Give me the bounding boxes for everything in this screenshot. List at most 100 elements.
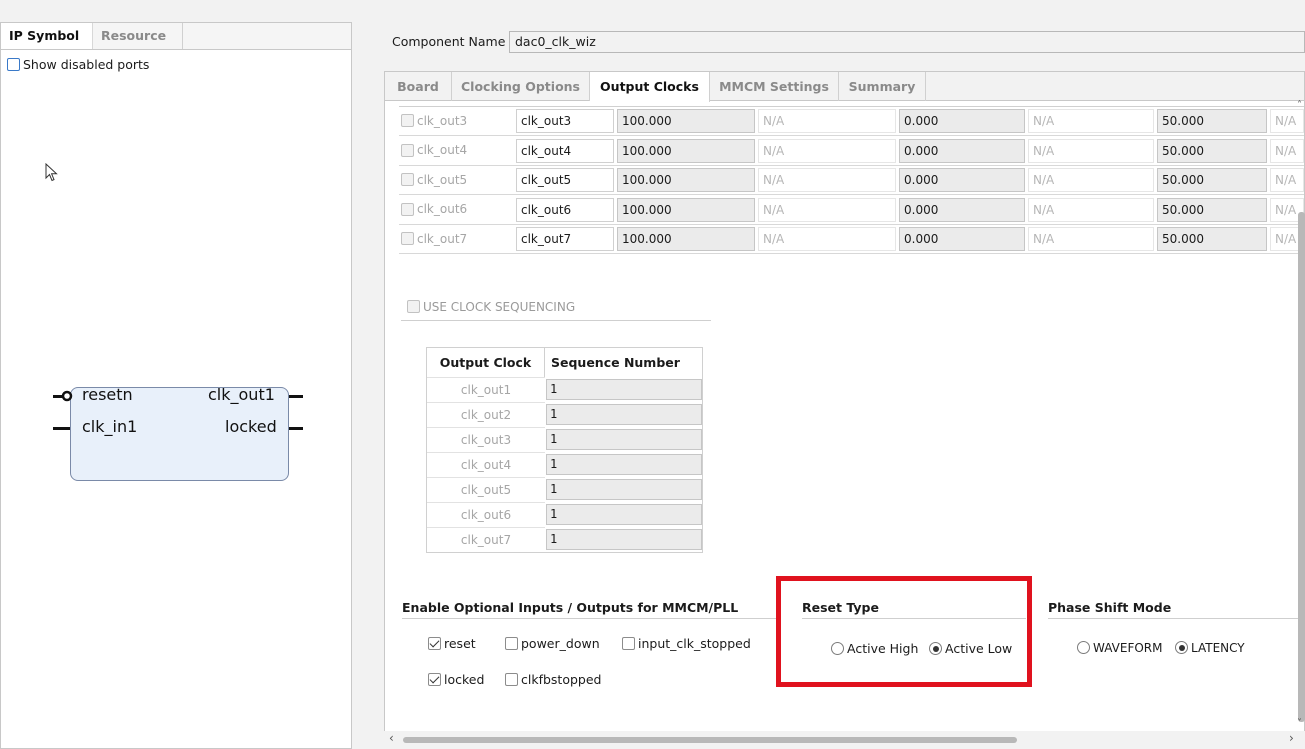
checkbox-icon[interactable] bbox=[407, 300, 420, 313]
show-disabled-ports-label: Show disabled ports bbox=[23, 57, 150, 72]
active-low-bubble-icon bbox=[61, 390, 73, 402]
cell-actual-duty: N/A bbox=[1270, 138, 1304, 163]
sequence-number-field[interactable]: 1 bbox=[546, 429, 702, 450]
cell-freq[interactable]: 100.000 bbox=[617, 227, 755, 251]
radio-selected-icon[interactable] bbox=[1175, 641, 1188, 654]
use-clock-sequencing-checkbox[interactable]: USE CLOCK SEQUENCING bbox=[407, 298, 575, 314]
tab-resource[interactable]: Resource bbox=[93, 23, 183, 49]
sequence-number-field[interactable]: 1 bbox=[546, 454, 702, 475]
cell-port-name[interactable]: clk_out3 bbox=[516, 109, 614, 133]
port-clk-in1: clk_in1 bbox=[82, 417, 138, 436]
reset-option[interactable]: reset bbox=[428, 635, 476, 651]
clk-in1-port-line bbox=[53, 427, 70, 430]
checkbox-icon[interactable] bbox=[401, 114, 414, 127]
cell-phase[interactable]: 0.000 bbox=[899, 197, 1025, 222]
cell-duty[interactable]: 50.000 bbox=[1157, 138, 1267, 163]
tab-summary[interactable]: Summary bbox=[839, 72, 926, 101]
clock-enable-label: clk_out3 bbox=[417, 113, 468, 128]
clock-sequence-table: Output Clock Sequence Number clk_out1 1 cl… bbox=[426, 347, 703, 553]
cell-actual-freq: N/A bbox=[758, 138, 896, 163]
port-locked: locked bbox=[225, 417, 277, 436]
cell-duty[interactable]: 50.000 bbox=[1157, 197, 1267, 222]
tab-mmcm-settings[interactable]: MMCM Settings bbox=[710, 72, 839, 101]
checkbox-icon[interactable] bbox=[401, 202, 414, 216]
sequence-clock-name: clk_out4 bbox=[427, 452, 545, 477]
cell-freq[interactable]: 100.000 bbox=[617, 197, 755, 222]
row-divider bbox=[399, 135, 1304, 136]
horizontal-scrollbar[interactable]: ‹ › bbox=[384, 731, 1305, 749]
cell-actual-freq: N/A bbox=[758, 197, 896, 222]
cell-actual-phase: N/A bbox=[1028, 138, 1154, 163]
cell-freq[interactable]: 100.000 bbox=[617, 138, 755, 163]
cell-duty[interactable]: 50.000 bbox=[1157, 109, 1267, 133]
clock-enable-label: clk_out6 bbox=[417, 202, 468, 216]
cell-freq[interactable]: 100.000 bbox=[617, 168, 755, 192]
sequence-number-field[interactable]: 1 bbox=[546, 404, 702, 425]
left-tabbar: IP Symbol Resource bbox=[1, 23, 351, 50]
checkbox-icon[interactable] bbox=[401, 232, 414, 245]
phase-shift-mode-title: Phase Shift Mode bbox=[1048, 600, 1172, 615]
radio-icon[interactable] bbox=[1077, 641, 1090, 654]
clk-out1-port-line bbox=[289, 395, 303, 398]
scroll-right-icon[interactable]: › bbox=[1289, 731, 1294, 745]
checkbox-icon[interactable] bbox=[7, 58, 20, 71]
show-disabled-ports-checkbox[interactable]: Show disabled ports bbox=[7, 56, 149, 74]
locked-option[interactable]: locked bbox=[428, 671, 484, 687]
sequence-clock-name: clk_out6 bbox=[427, 502, 545, 527]
phase-shift-waveform-option[interactable]: WAVEFORM bbox=[1077, 640, 1162, 655]
component-name-input[interactable]: dac0_clk_wiz bbox=[509, 31, 1305, 53]
port-clk-out1: clk_out1 bbox=[208, 385, 275, 404]
cell-duty[interactable]: 50.000 bbox=[1157, 168, 1267, 192]
cell-duty[interactable]: 50.000 bbox=[1157, 227, 1267, 251]
row-divider bbox=[399, 223, 1304, 225]
checkbox-icon[interactable] bbox=[401, 173, 414, 186]
power-down-label: power_down bbox=[521, 636, 600, 651]
checkbox-checked-icon[interactable] bbox=[428, 673, 441, 686]
checkbox-icon[interactable] bbox=[505, 637, 518, 650]
cell-actual-phase: N/A bbox=[1028, 197, 1154, 222]
sequence-number-field[interactable]: 1 bbox=[546, 379, 702, 400]
scroll-left-icon[interactable]: ‹ bbox=[389, 731, 394, 745]
cell-phase[interactable]: 0.000 bbox=[899, 109, 1025, 133]
tab-ip-symbol[interactable]: IP Symbol bbox=[1, 23, 93, 49]
cell-actual-duty: N/A bbox=[1270, 168, 1304, 192]
vertical-scroll-thumb[interactable] bbox=[1298, 212, 1305, 722]
row-divider bbox=[399, 253, 1304, 254]
checkbox-icon[interactable] bbox=[505, 673, 518, 686]
sequence-number-field[interactable]: 1 bbox=[546, 529, 702, 550]
clkfbstopped-option[interactable]: clkfbstopped bbox=[505, 671, 601, 687]
cell-phase[interactable]: 0.000 bbox=[899, 227, 1025, 251]
tab-clocking-options[interactable]: Clocking Options bbox=[452, 72, 590, 101]
input-clk-stopped-label: input_clk_stopped bbox=[638, 636, 751, 651]
cell-port-name[interactable]: clk_out4 bbox=[516, 138, 614, 163]
checkbox-icon[interactable] bbox=[622, 637, 635, 650]
input-clk-stopped-option[interactable]: input_clk_stopped bbox=[622, 635, 751, 651]
config-tabbar: Board Clocking Options Output Clocks MMC… bbox=[385, 72, 1304, 102]
phase-shift-latency-option[interactable]: LATENCY bbox=[1175, 640, 1245, 655]
sequence-clock-name: clk_out1 bbox=[427, 377, 545, 402]
scroll-down-icon[interactable]: ˅ bbox=[1297, 718, 1302, 729]
cell-phase[interactable]: 0.000 bbox=[899, 138, 1025, 163]
cell-port-name[interactable]: clk_out5 bbox=[516, 168, 614, 192]
cell-port-name[interactable]: clk_out7 bbox=[516, 227, 614, 251]
clock-enable-label: clk_out5 bbox=[417, 172, 468, 187]
scroll-up-icon[interactable]: ˄ bbox=[1297, 100, 1302, 111]
section-divider bbox=[401, 320, 711, 321]
clkfbstopped-label: clkfbstopped bbox=[521, 672, 602, 687]
cell-actual-phase: N/A bbox=[1028, 168, 1154, 192]
checkbox-checked-icon[interactable] bbox=[428, 637, 441, 650]
sequence-clock-name: clk_out7 bbox=[427, 527, 545, 552]
waveform-label: WAVEFORM bbox=[1093, 640, 1163, 655]
reset-type-highlight bbox=[776, 576, 1032, 687]
sequence-number-field[interactable]: 1 bbox=[546, 479, 702, 500]
row-divider bbox=[399, 164, 1304, 166]
cell-freq[interactable]: 100.000 bbox=[617, 109, 755, 133]
cell-port-name[interactable]: clk_out6 bbox=[516, 197, 614, 222]
tab-board[interactable]: Board bbox=[385, 72, 452, 101]
power-down-option[interactable]: power_down bbox=[505, 635, 600, 651]
horizontal-scroll-thumb[interactable] bbox=[403, 737, 1017, 743]
checkbox-icon[interactable] bbox=[401, 143, 414, 157]
tab-output-clocks[interactable]: Output Clocks bbox=[590, 72, 710, 102]
cell-phase[interactable]: 0.000 bbox=[899, 168, 1025, 192]
sequence-number-field[interactable]: 1 bbox=[546, 504, 702, 525]
